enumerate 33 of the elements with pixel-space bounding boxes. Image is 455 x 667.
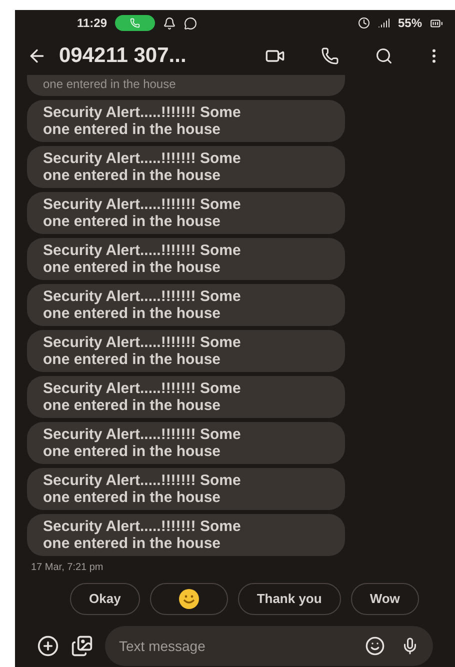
phone-icon xyxy=(130,18,140,28)
add-icon[interactable] xyxy=(37,635,59,658)
suggestion-chip[interactable]: Wow xyxy=(350,582,419,615)
phone-icon[interactable] xyxy=(321,46,339,65)
message-bubble: Security Alert.....!!!!!!! Some one entered in the house xyxy=(27,376,345,418)
message-bubble: Security Alert.....!!!!!!! Some one entered in the house xyxy=(27,238,345,280)
mic-icon[interactable] xyxy=(401,637,419,656)
message-bubble: Security Alert.....!!!!!!! Some one entered in the house xyxy=(27,146,345,188)
suggestion-chip[interactable]: Thank you xyxy=(238,582,341,615)
status-time: 11:29 xyxy=(77,15,108,32)
battery-percent: 55% xyxy=(398,15,422,32)
emoji-icon[interactable] xyxy=(365,636,385,656)
message-bubble: Security Alert.....!!!!!!! Some one entered in the house xyxy=(27,284,345,326)
message-bubble: Security Alert.....!!!!!!! Some one entered in the house xyxy=(27,192,345,234)
gallery-icon[interactable] xyxy=(71,635,93,658)
chat-icon xyxy=(184,16,198,30)
message-timestamp: 17 Mar, 7:21 pm xyxy=(30,560,104,575)
contact-title: 094211 307... xyxy=(59,42,188,69)
message-bubble: Security Alert.....!!!!!!! Some one entered in the house xyxy=(27,468,345,510)
search-icon[interactable] xyxy=(375,46,393,65)
message-input[interactable]: Text message xyxy=(119,636,349,657)
suggestion-chip[interactable]: Okay xyxy=(70,582,140,615)
alarm-icon xyxy=(358,17,370,30)
smiley-emoji-icon xyxy=(178,588,200,610)
message-bubble: Security Alert.....!!!!!!! Some one entered in the house xyxy=(27,330,345,372)
message-field[interactable]: Text message xyxy=(105,626,433,666)
bell-icon xyxy=(163,16,176,30)
suggestion-chip[interactable] xyxy=(150,582,228,615)
message-bubble: one entered in the house xyxy=(27,74,345,96)
battery-icon xyxy=(430,16,443,30)
message-bubble: Security Alert.....!!!!!!! Some one entered in the house xyxy=(27,422,345,464)
message-bubble: Security Alert.....!!!!!!! Some one entered in the house xyxy=(27,100,345,142)
message-bubble: Security Alert.....!!!!!!! Some one entered in the house xyxy=(27,514,345,556)
